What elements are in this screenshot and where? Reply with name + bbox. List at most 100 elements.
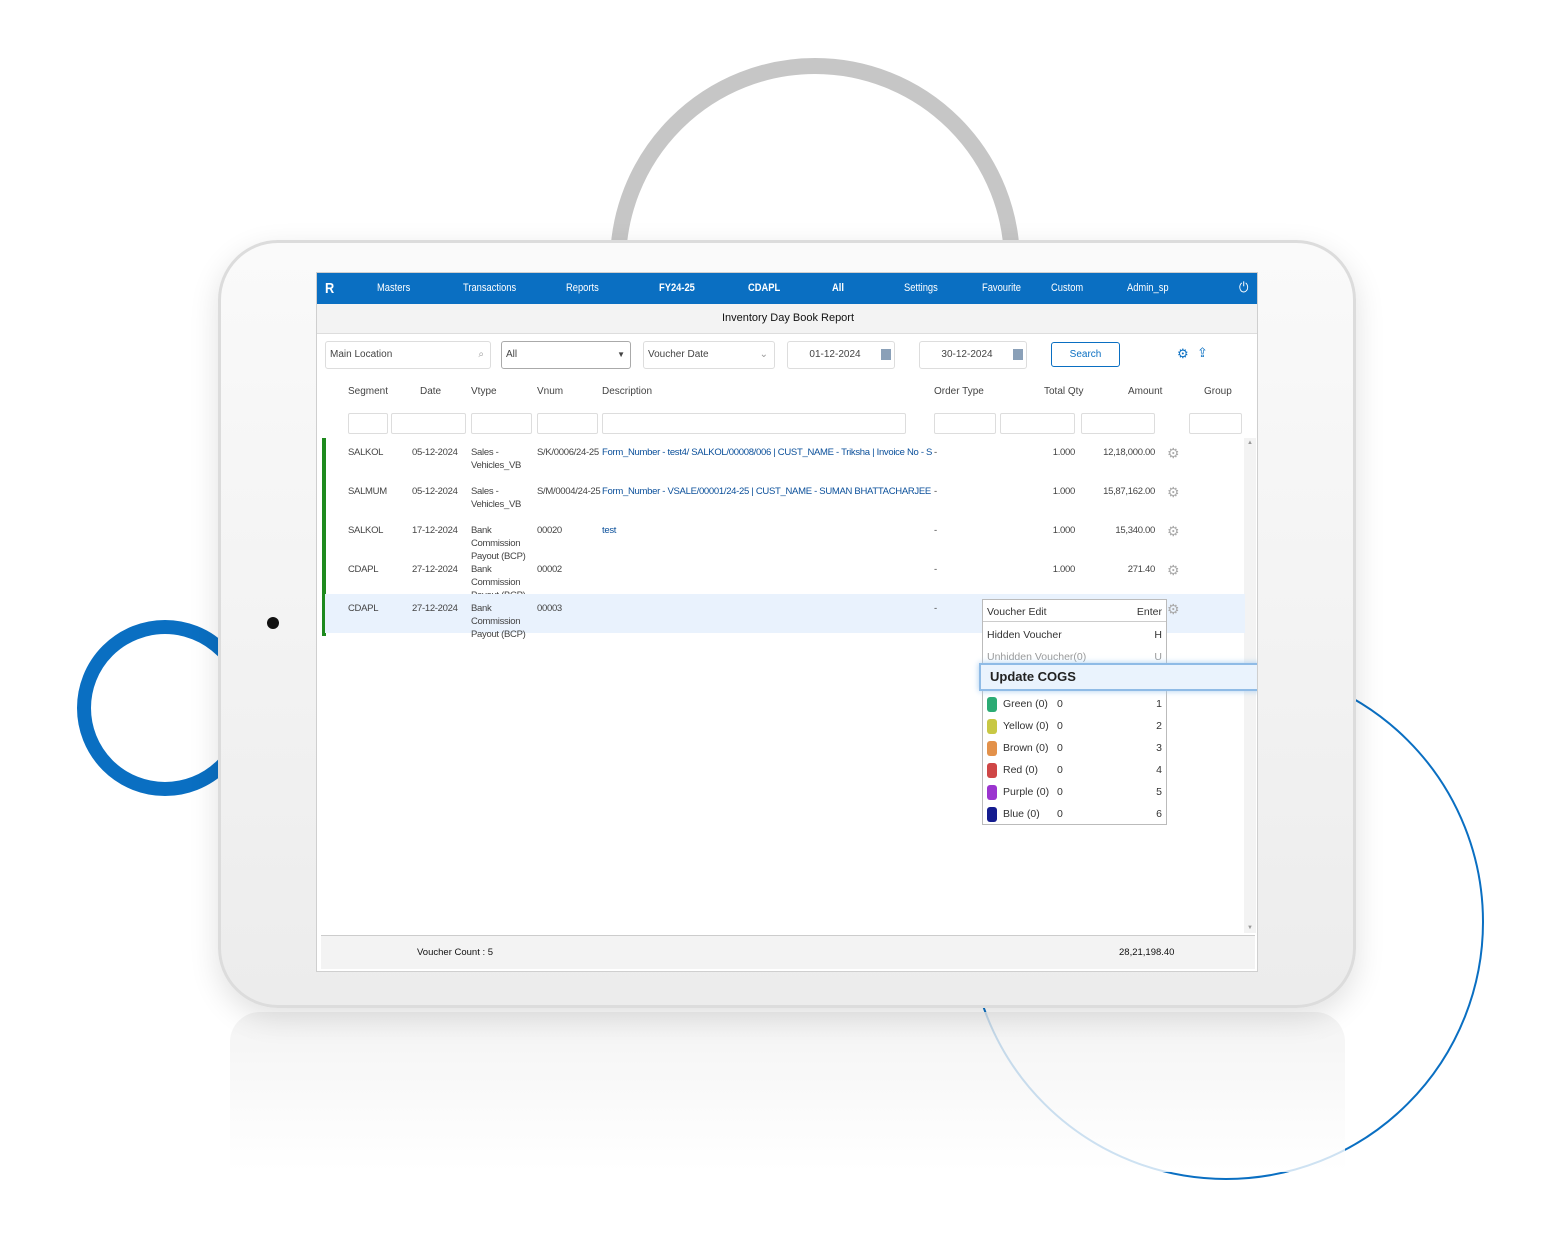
cell-segment: SALMUM <box>348 486 387 497</box>
type-select[interactable]: All ▼ <box>501 341 631 369</box>
table-row[interactable]: SALKOL 17-12-2024 Bank Commission Payout (… <box>325 516 1245 562</box>
menu-color-yellow[interactable]: Yellow (0) 0 2 <box>987 716 1162 736</box>
nav-custom[interactable]: Custom <box>1051 282 1083 294</box>
cell-segment: SALKOL <box>348 447 384 458</box>
menu-update-cogs[interactable]: Update COGSU <box>979 663 1257 691</box>
filter-amount[interactable] <box>1081 413 1155 434</box>
color-count: 0 <box>1057 698 1063 710</box>
color-count: 0 <box>1057 786 1063 798</box>
menu-shortcut: 3 <box>1156 742 1162 754</box>
col-vnum[interactable]: Vnum <box>537 386 563 397</box>
table-row[interactable]: SALMUM 05-12-2024 Sales - Vehicles_VB S/M/0… <box>325 477 1245 516</box>
col-order-type[interactable]: Order Type <box>934 386 984 397</box>
gear-icon[interactable]: ⚙ <box>1167 523 1180 540</box>
menu-color-green[interactable]: Green (0) 0 1 <box>987 694 1162 714</box>
nav-masters[interactable]: Masters <box>377 282 410 294</box>
search-button[interactable]: Search <box>1051 342 1120 367</box>
logo-icon[interactable]: R <box>325 280 334 297</box>
menu-color-blue[interactable]: Blue (0) 0 6 <box>987 804 1162 824</box>
cell-amount: 15,87,162.00 <box>1103 486 1155 497</box>
scroll-up-icon[interactable]: ▲ <box>1247 440 1253 446</box>
cell-qty: 1.000 <box>1052 486 1076 497</box>
menu-hidden-voucher[interactable]: Hidden Voucher H <box>987 625 1162 645</box>
col-date[interactable]: Date <box>420 386 441 397</box>
chevron-down-icon: ⌄ <box>759 349 768 360</box>
filter-total-qty[interactable] <box>1000 413 1075 434</box>
date-field-select[interactable]: Voucher Date ⌄ <box>643 341 775 369</box>
menu-voucher-edit[interactable]: Voucher Edit Enter <box>983 602 1166 622</box>
nav-settings[interactable]: Settings <box>904 282 938 294</box>
color-swatch-icon <box>987 696 997 712</box>
settings-icon[interactable]: ⚙ <box>1177 346 1189 362</box>
cell-vtype: Bank Commission Payout (BCP) <box>471 603 526 640</box>
cell-vtype: Sales - Vehicles_VB <box>471 447 522 471</box>
gear-icon[interactable]: ⚙ <box>1167 484 1180 501</box>
top-nav: R Masters Transactions Reports FY24-25 C… <box>317 273 1257 304</box>
cell-order-type: - <box>934 564 937 575</box>
nav-fy[interactable]: FY24-25 <box>659 282 695 294</box>
menu-label: Green (0) <box>1003 698 1048 710</box>
cell-amount: 271.40 <box>1127 564 1156 575</box>
menu-color-red[interactable]: Red (0) 0 4 <box>987 760 1162 780</box>
cell-qty: 1.000 <box>1052 564 1076 575</box>
menu-label: Purple (0) <box>1003 786 1050 798</box>
nav-all[interactable]: All <box>832 282 844 294</box>
menu-shortcut: 1 <box>1156 698 1162 710</box>
col-segment[interactable]: Segment <box>348 386 388 397</box>
cell-date: 27-12-2024 <box>412 564 458 575</box>
tablet-camera <box>267 617 279 629</box>
to-date-input[interactable]: 30-12-2024 <box>919 341 1027 369</box>
power-icon[interactable]: ⏻ <box>1239 279 1248 296</box>
filter-description[interactable] <box>602 413 906 434</box>
gear-icon[interactable]: ⚙ <box>1167 601 1180 618</box>
filter-group[interactable] <box>1189 413 1242 434</box>
calendar-icon[interactable] <box>881 349 891 360</box>
nav-favourite[interactable]: Favourite <box>982 282 1021 294</box>
cell-description[interactable]: test <box>602 524 932 537</box>
gear-icon[interactable]: ⚙ <box>1167 562 1180 579</box>
location-input[interactable]: Main Location ⌕ <box>325 341 491 369</box>
gear-icon[interactable]: ⚙ <box>1167 445 1180 462</box>
menu-label: Unhidden Voucher(0) <box>987 651 1087 663</box>
color-count: 0 <box>1057 764 1063 776</box>
cell-description[interactable]: Form_Number - VSALE/00001/24-25 | CUST_N… <box>602 485 932 498</box>
col-vtype[interactable]: Vtype <box>471 386 497 397</box>
col-description[interactable]: Description <box>602 386 652 397</box>
export-icon[interactable]: ⇪ <box>1197 345 1208 361</box>
filter-vtype[interactable] <box>471 413 532 434</box>
filter-vnum[interactable] <box>537 413 598 434</box>
cell-date: 27-12-2024 <box>412 603 458 614</box>
col-amount[interactable]: Amount <box>1128 386 1162 397</box>
cell-description[interactable]: Form_Number - test4/ SALKOL/00008/006 | … <box>602 446 932 459</box>
filter-segment[interactable] <box>348 413 388 434</box>
menu-shortcut: 4 <box>1156 764 1162 776</box>
cell-date: 05-12-2024 <box>412 486 458 497</box>
col-group[interactable]: Group <box>1204 386 1232 397</box>
cell-vnum: S/M/0004/24-25 <box>537 486 601 497</box>
menu-label: Voucher Edit <box>987 606 1047 618</box>
cell-segment: CDAPL <box>348 603 379 614</box>
filter-date[interactable] <box>391 413 466 434</box>
filter-order-type[interactable] <box>934 413 996 434</box>
menu-label: Update COGS <box>990 669 1076 684</box>
report-footer: Voucher Count : 5 28,21,198.40 <box>321 935 1255 969</box>
scroll-down-icon[interactable]: ▼ <box>1247 925 1253 931</box>
nav-user[interactable]: Admin_sp <box>1127 282 1169 294</box>
menu-shortcut: H <box>1154 629 1162 641</box>
color-swatch-icon <box>987 740 997 756</box>
menu-color-purple[interactable]: Purple (0) 0 5 <box>987 782 1162 802</box>
menu-color-brown[interactable]: Brown (0) 0 3 <box>987 738 1162 758</box>
from-date-input[interactable]: 01-12-2024 <box>787 341 895 369</box>
table-row[interactable]: CDAPL27-12-2024Bank Commission Payout (B… <box>325 555 1245 601</box>
location-value: Main Location <box>330 349 393 360</box>
nav-company[interactable]: CDAPL <box>748 282 780 294</box>
menu-shortcut: 2 <box>1156 720 1162 732</box>
cell-date: 05-12-2024 <box>412 447 458 458</box>
tablet-reflection <box>230 1012 1345 1172</box>
cell-qty: 1.000 <box>1052 447 1076 458</box>
calendar-icon[interactable] <box>1013 349 1023 360</box>
nav-reports[interactable]: Reports <box>566 282 599 294</box>
table-row[interactable]: SALKOL 05-12-2024 Sales - Vehicles_VB S/K/0… <box>325 438 1245 477</box>
nav-transactions[interactable]: Transactions <box>463 282 516 294</box>
col-total-qty[interactable]: Total Qty <box>1044 386 1083 397</box>
